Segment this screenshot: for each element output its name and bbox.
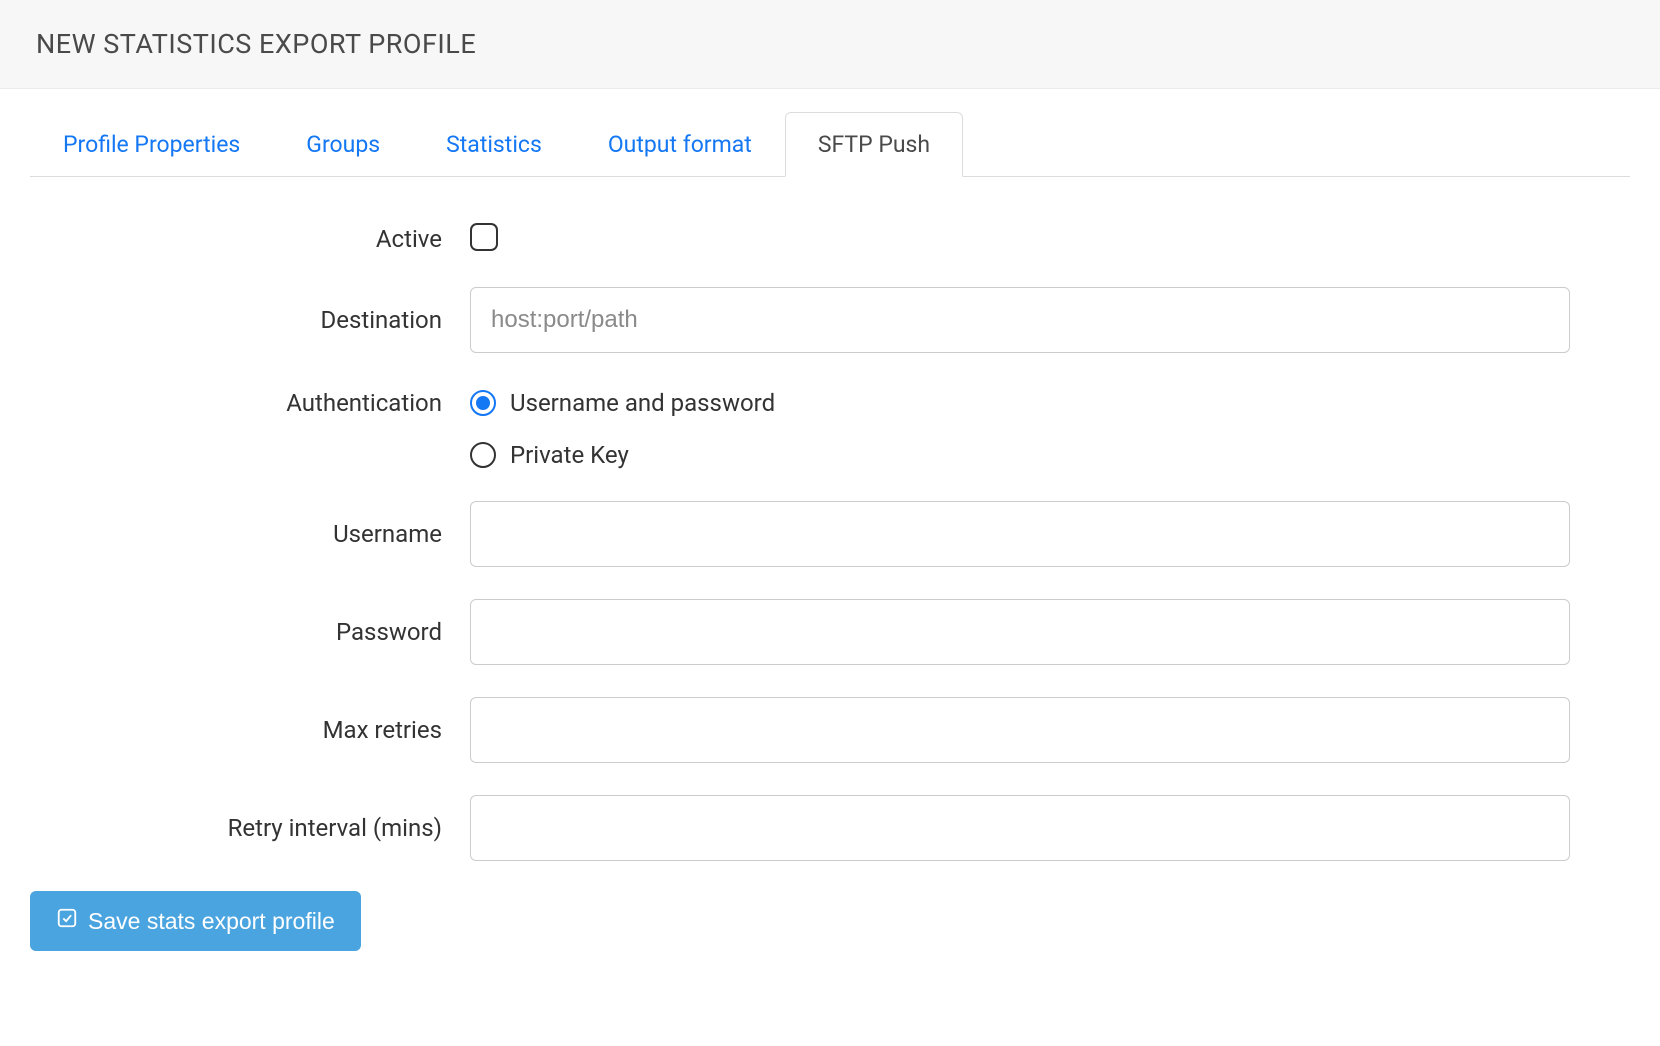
content-area: Profile Properties Groups Statistics Out…: [0, 89, 1660, 981]
tab-statistics[interactable]: Statistics: [413, 112, 575, 177]
label-password: Password: [30, 618, 470, 646]
label-max-retries: Max retries: [30, 716, 470, 744]
destination-input[interactable]: [470, 287, 1570, 353]
row-retry-interval: Retry interval (mins): [30, 779, 1630, 877]
tab-profile-properties[interactable]: Profile Properties: [30, 112, 273, 177]
control-destination: [470, 287, 1570, 353]
label-authentication: Authentication: [30, 385, 470, 417]
radio-icon: [470, 390, 496, 416]
control-authentication: Username and password Private Key: [470, 385, 1570, 469]
radio-private-key[interactable]: Private Key: [470, 441, 1570, 469]
row-authentication: Authentication Username and password Pri…: [30, 369, 1630, 485]
authentication-radio-group: Username and password Private Key: [470, 385, 1570, 469]
row-destination: Destination: [30, 271, 1630, 369]
row-username: Username: [30, 485, 1630, 583]
control-retry-interval: [470, 795, 1570, 861]
control-username: [470, 501, 1570, 567]
radio-username-password[interactable]: Username and password: [470, 389, 1570, 417]
control-password: [470, 599, 1570, 665]
radio-icon: [470, 442, 496, 468]
radio-label-username-password: Username and password: [510, 389, 775, 417]
tab-groups[interactable]: Groups: [273, 112, 413, 177]
username-input[interactable]: [470, 501, 1570, 567]
retry-interval-input[interactable]: [470, 795, 1570, 861]
page-container: NEW STATISTICS EXPORT PROFILE Profile Pr…: [0, 0, 1660, 1046]
password-input[interactable]: [470, 599, 1570, 665]
control-active: [470, 223, 1570, 255]
radio-label-private-key: Private Key: [510, 441, 629, 469]
row-active: Active: [30, 207, 1630, 271]
page-title: NEW STATISTICS EXPORT PROFILE: [36, 28, 1624, 60]
label-active: Active: [30, 225, 470, 253]
row-max-retries: Max retries: [30, 681, 1630, 779]
save-button[interactable]: Save stats export profile: [30, 891, 361, 951]
label-username: Username: [30, 520, 470, 548]
control-max-retries: [470, 697, 1570, 763]
form: Active Destination Authentication: [30, 177, 1630, 981]
label-destination: Destination: [30, 306, 470, 334]
tab-output-format[interactable]: Output format: [575, 112, 785, 177]
active-checkbox[interactable]: [470, 223, 498, 251]
page-header: NEW STATISTICS EXPORT PROFILE: [0, 0, 1660, 89]
save-button-label: Save stats export profile: [88, 908, 335, 935]
label-retry-interval: Retry interval (mins): [30, 814, 470, 842]
button-row: Save stats export profile: [30, 877, 1630, 981]
row-password: Password: [30, 583, 1630, 681]
tab-sftp-push[interactable]: SFTP Push: [785, 112, 963, 177]
check-square-icon: [56, 907, 78, 935]
max-retries-input[interactable]: [470, 697, 1570, 763]
tab-bar: Profile Properties Groups Statistics Out…: [30, 111, 1630, 177]
